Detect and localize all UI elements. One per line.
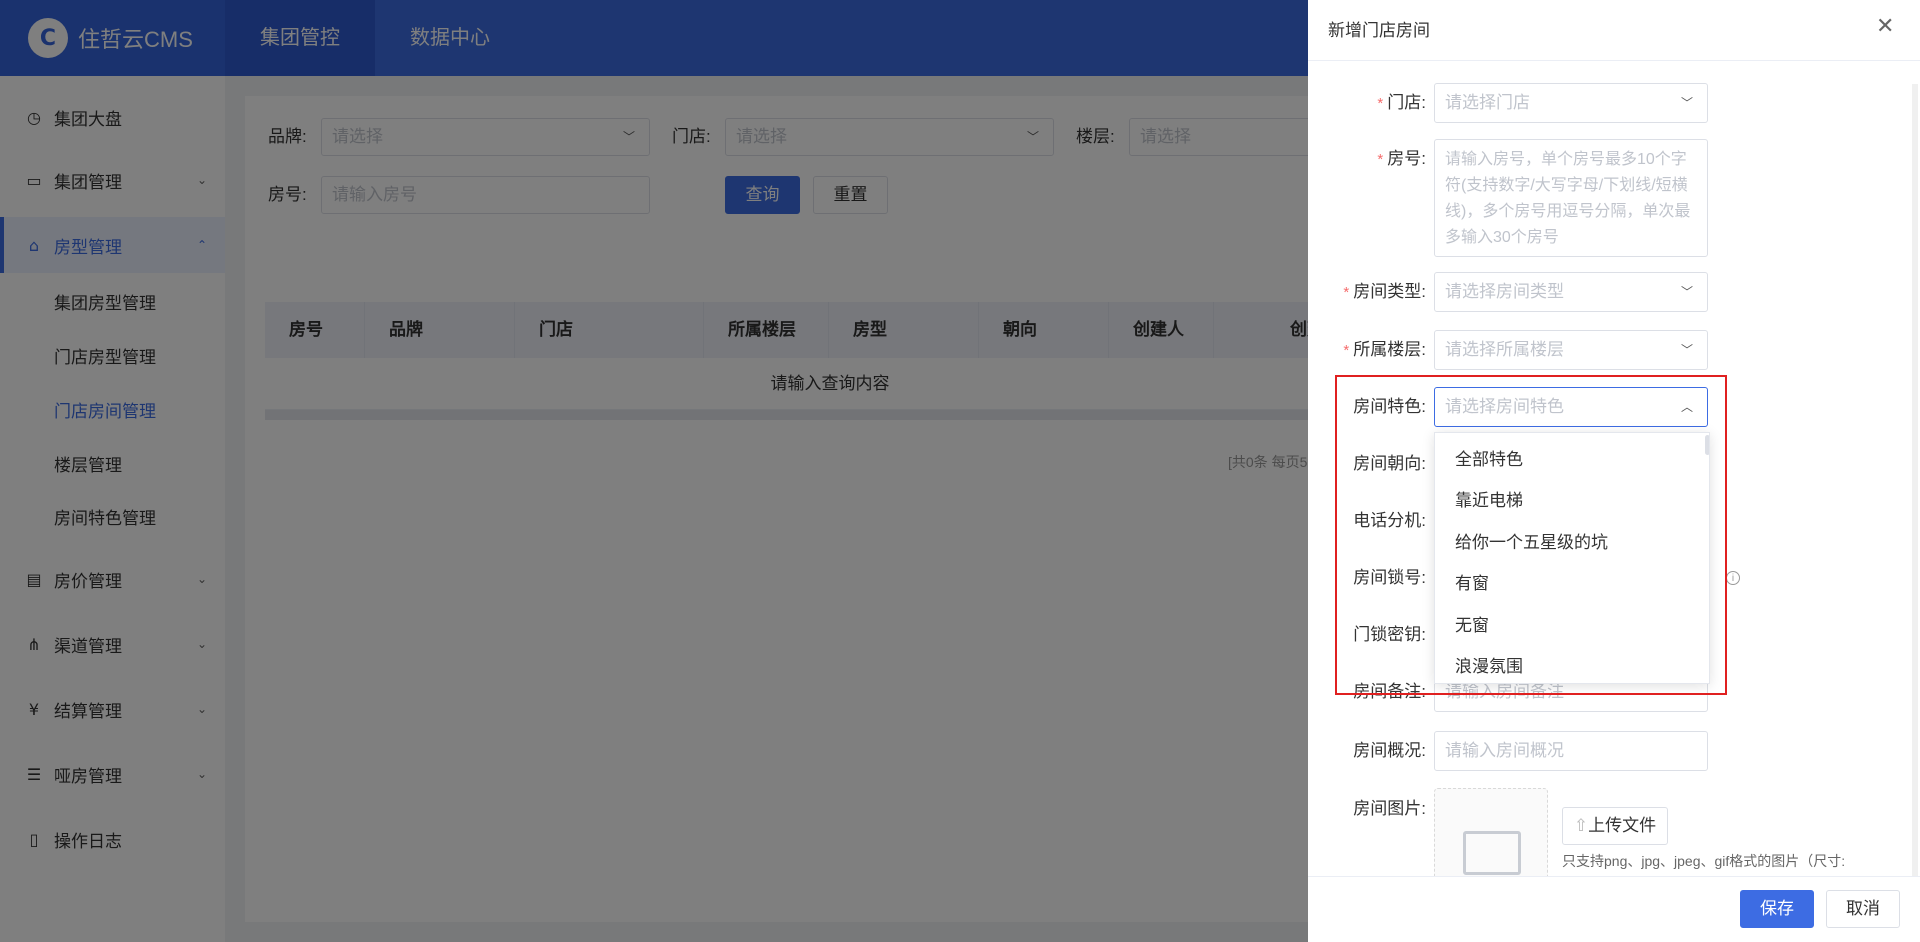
cancel-button[interactable]: 取消 <box>1826 890 1900 928</box>
room-type-field-label: * 房间类型: <box>1308 272 1426 313</box>
floor-field-label-text: 所属楼层: <box>1353 340 1426 359</box>
close-icon[interactable]: ✕ <box>1876 14 1894 39</box>
chevron-down-icon: ﹀ <box>1680 285 1693 299</box>
image-placeholder-icon <box>1463 831 1521 875</box>
required-mark: * <box>1343 342 1350 359</box>
required-mark: * <box>1377 151 1384 168</box>
room-type-placeholder: 请选择房间类型 <box>1445 282 1564 301</box>
image-field-label: 房间图片: <box>1353 799 1426 818</box>
room-type-select[interactable]: 请选择房间类型 ﹀ <box>1434 272 1708 312</box>
upload-tip: 只支持png、jpg、jpeg、gif格式的图片（尺寸: <box>1562 853 1846 869</box>
store-select-placeholder: 请选择门店 <box>1445 93 1530 112</box>
chevron-down-icon: ﹀ <box>1680 343 1693 357</box>
highlight-box <box>1335 375 1727 695</box>
room-type-field-label-text: 房间类型: <box>1353 282 1426 301</box>
upload-file-label: 上传文件 <box>1588 816 1657 835</box>
drawer-title: 新增门店房间 <box>1328 21 1430 40</box>
room-no-textarea[interactable]: 请输入房号，单个房号最多10个字符(支持数字/大写字母/下划线/短横线)，多个房… <box>1434 139 1708 257</box>
upload-icon: ⇧ <box>1573 816 1589 836</box>
required-mark: * <box>1343 284 1350 301</box>
overview-textarea[interactable]: 请输入房间概况 <box>1434 731 1708 771</box>
drawer-scrollbar[interactable] <box>1912 84 1918 876</box>
floor-field-label: * 所属楼层: <box>1308 330 1426 371</box>
save-button[interactable]: 保存 <box>1740 890 1814 928</box>
floor-select-field[interactable]: 请选择所属楼层 ﹀ <box>1434 330 1708 370</box>
overview-field-label: 房间概况: <box>1353 741 1426 760</box>
upload-file-button[interactable]: ⇧上传文件 <box>1562 807 1668 845</box>
store-field-label: * 门店: <box>1308 83 1426 124</box>
chevron-down-icon: ﹀ <box>1680 96 1693 110</box>
room-no-field-label-text: 房号: <box>1387 149 1426 168</box>
room-no-field-label: * 房号: <box>1308 139 1426 180</box>
floor-select-placeholder: 请选择所属楼层 <box>1445 340 1564 359</box>
info-icon[interactable]: i <box>1726 571 1740 585</box>
store-select-field[interactable]: 请选择门店 ﹀ <box>1434 83 1708 123</box>
store-field-label-text: 门店: <box>1387 93 1426 112</box>
drawer-header-divider <box>1308 60 1920 61</box>
required-mark: * <box>1377 95 1384 112</box>
